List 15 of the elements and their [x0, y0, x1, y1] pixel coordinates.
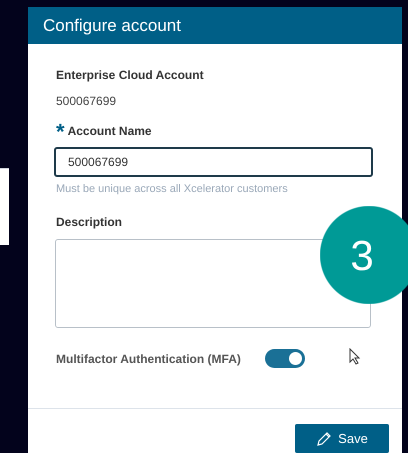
field-label: Account Name	[68, 122, 152, 140]
save-button[interactable]: Save	[295, 424, 389, 453]
description-field[interactable]	[55, 239, 371, 328]
dialog-title: Configure account	[43, 14, 181, 36]
required-marker: *	[56, 124, 65, 138]
field-label: Enterprise Cloud Account	[56, 66, 204, 84]
toggle-label: Multifactor Authentication (MFA)	[56, 350, 242, 368]
step-badge-overlay: 3	[320, 206, 408, 304]
mfa-toggle[interactable]	[265, 349, 305, 368]
pencil-icon	[316, 430, 332, 446]
field-label: Description	[56, 214, 122, 231]
field-value: 500067699	[56, 92, 116, 110]
hint-text: Must be unique across all Xcelerator customers	[56, 182, 288, 196]
mouse-pointer-icon	[349, 348, 361, 365]
account-name-field[interactable]: 500067699	[54, 146, 373, 176]
